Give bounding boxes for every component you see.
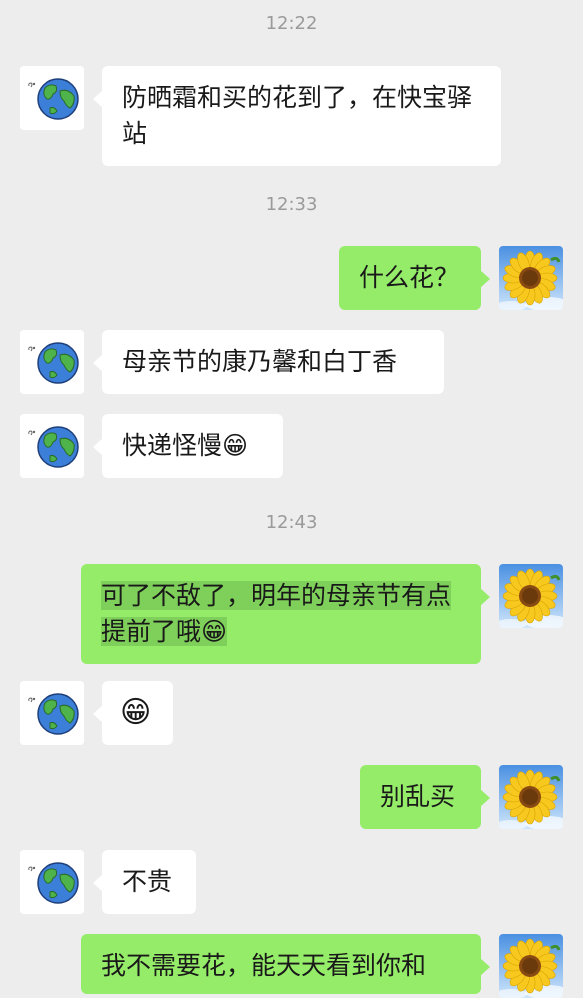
self-avatar[interactable] xyxy=(499,765,563,829)
outgoing-message-bubble[interactable]: 什么花？ xyxy=(339,246,490,310)
earth-avatar-icon xyxy=(20,681,84,745)
contact-avatar[interactable] xyxy=(20,681,84,745)
message-text: 防晒霜和买的花到了，在快宝驿站 xyxy=(122,83,473,148)
sunflower-avatar-icon xyxy=(499,765,563,829)
self-avatar[interactable] xyxy=(499,934,563,998)
incoming-message-bubble[interactable]: 快递怪慢😁 xyxy=(93,414,283,478)
incoming-message-bubble[interactable]: 母亲节的康乃馨和白丁香 xyxy=(93,330,444,394)
earth-avatar-icon xyxy=(20,66,84,130)
outgoing-message-bubble[interactable]: 可了不敌了，明年的母亲节有点提前了哦😁 xyxy=(81,564,490,664)
timestamp: 12:33 xyxy=(265,194,318,215)
contact-avatar[interactable] xyxy=(20,66,84,130)
self-avatar[interactable] xyxy=(499,564,563,628)
message-text: 可了不敌了，明年的母亲节有点提前了哦😁 xyxy=(101,581,452,646)
message-text: 什么花？ xyxy=(359,263,460,292)
incoming-message-bubble[interactable]: 😁 xyxy=(93,681,173,745)
earth-avatar-icon xyxy=(20,330,84,394)
outgoing-message-bubble[interactable]: 我不需要花，能天天看到你和 xyxy=(81,934,490,994)
sunflower-avatar-icon xyxy=(499,934,563,998)
message-text: 快递怪慢😁 xyxy=(122,431,249,460)
contact-avatar[interactable] xyxy=(20,850,84,914)
timestamp: 12:43 xyxy=(265,512,318,533)
timestamp: 12:22 xyxy=(265,13,318,34)
earth-avatar-icon xyxy=(20,414,84,478)
incoming-message-bubble[interactable]: 不贵 xyxy=(93,850,196,914)
message-text: 母亲节的康乃馨和白丁香 xyxy=(122,347,398,376)
incoming-message-bubble[interactable]: 防晒霜和买的花到了，在快宝驿站 xyxy=(93,66,501,166)
self-avatar[interactable] xyxy=(499,246,563,310)
sunflower-avatar-icon xyxy=(499,246,563,310)
message-text: 我不需要花，能天天看到你和 xyxy=(101,951,427,980)
earth-avatar-icon xyxy=(20,850,84,914)
emoji-grin-icon: 😁 xyxy=(120,695,152,730)
outgoing-message-bubble[interactable]: 别乱买 xyxy=(360,765,490,829)
contact-avatar[interactable] xyxy=(20,414,84,478)
contact-avatar[interactable] xyxy=(20,330,84,394)
sunflower-avatar-icon xyxy=(499,564,563,628)
message-text: 不贵 xyxy=(122,867,173,896)
message-text: 别乱买 xyxy=(380,782,456,811)
